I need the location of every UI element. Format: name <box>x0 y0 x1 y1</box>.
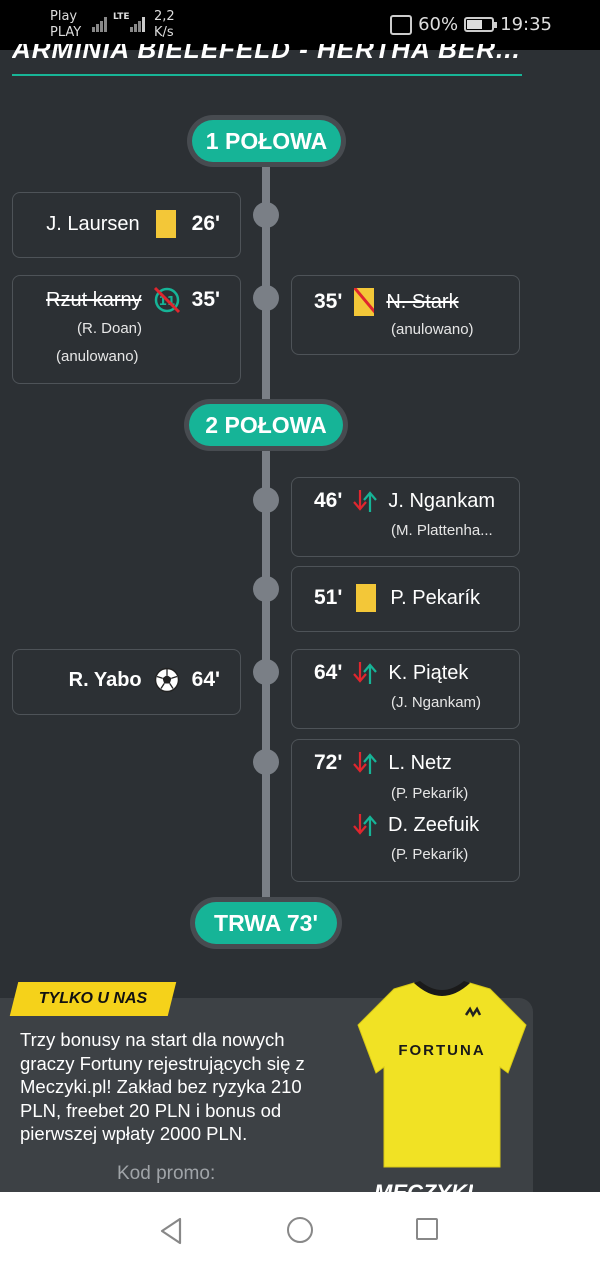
player-name: K. Piątek <box>388 661 469 684</box>
battery-icon <box>464 17 498 32</box>
event-card-penalty[interactable]: Rzut karny 11 35' (R. Doan) (anulowano) <box>12 275 241 384</box>
system-nav-bar <box>0 1192 600 1266</box>
promo-text: Trzy bonusy na start dla nowych graczy F… <box>20 1029 305 1144</box>
jersey-sponsor-text: FORTUNA <box>398 1042 485 1059</box>
event-card-laursen[interactable]: J. Laursen 26' <box>12 192 241 258</box>
substitution-icon <box>350 750 380 776</box>
event-status: (anulowano) <box>391 321 474 338</box>
cancelled-penalty-icon: 11 <box>152 285 182 315</box>
network-speed: 2,2 K/s <box>154 9 175 40</box>
event-minute: 26' <box>191 212 220 235</box>
timeline-dot <box>253 749 279 775</box>
event-card-netz-zeefuik[interactable]: 72' L. Netz (P. Pekarík) D. Zeefuik (P. … <box>291 739 520 882</box>
event-minute: 46' <box>314 489 343 512</box>
player-name: J. Ngankam <box>388 489 496 512</box>
home-icon[interactable] <box>287 1217 313 1243</box>
event-minute: 35' <box>314 290 343 313</box>
player-name: R. Yabo <box>68 668 142 691</box>
promo-code-label: Kod promo: <box>117 1163 216 1184</box>
status-right: 60% 19:35 <box>390 14 552 35</box>
substituted-player: (P. Pekarík) <box>391 785 469 802</box>
match-title: ARMINIA BIELEFELD - HERTHA BER... <box>12 44 521 64</box>
event-minute: 72' <box>314 751 343 774</box>
timeline-dot <box>253 487 279 513</box>
timeline-dot <box>253 659 279 685</box>
event-card-pekarik[interactable]: 51' P. Pekarík <box>291 566 520 632</box>
clock: 19:35 <box>500 14 552 35</box>
network-type: LTE <box>113 12 130 22</box>
event-card-ngankam[interactable]: 46' J. Ngankam (M. Plattenha... <box>291 477 520 557</box>
signal-icon <box>92 14 110 32</box>
event-name: Rzut karny <box>46 288 142 311</box>
match-header: ARMINIA BIELEFELD - HERTHA BER... <box>12 44 522 76</box>
half-1-badge: 1 POŁOWA <box>187 115 346 167</box>
event-minute: 64' <box>314 661 343 684</box>
status-bar: Play PLAY LTE 2,2 K/s 60% 19:35 <box>0 0 600 50</box>
event-card-stark[interactable]: 35' N. Stark (anulowano) <box>291 275 520 355</box>
half-2-badge: 2 POŁOWA <box>184 399 348 451</box>
timeline-dot <box>253 285 279 311</box>
yellow-card-icon <box>356 584 377 612</box>
event-minute: 64' <box>191 668 220 691</box>
recent-apps-icon[interactable] <box>416 1218 438 1240</box>
substituted-player: (J. Ngankam) <box>391 694 482 711</box>
event-minute: 35' <box>191 288 220 311</box>
cancelled-card-icon <box>354 288 375 316</box>
event-sub: (R. Doan) <box>77 320 143 337</box>
substitution-icon <box>350 488 380 514</box>
battery-percent: 60% <box>418 14 459 35</box>
timeline-line <box>262 165 270 910</box>
promo-tag-label: TYLKO U NAS <box>38 990 148 1007</box>
event-card-piatek[interactable]: 64' K. Piątek (J. Ngankam) <box>291 649 520 729</box>
substitution-icon <box>350 812 380 838</box>
jersey-image: FORTUNA <box>356 975 528 1170</box>
live-minute-badge: TRWA 73' <box>190 897 342 949</box>
yellow-card-icon <box>155 210 176 238</box>
back-icon[interactable] <box>156 1216 186 1246</box>
football-icon <box>154 667 180 693</box>
player-name: P. Pekarík <box>390 586 481 609</box>
event-status: (anulowano) <box>56 348 139 365</box>
timeline-dot <box>253 202 279 228</box>
player-name: L. Netz <box>388 751 452 774</box>
carrier-label: Play PLAY <box>50 9 82 40</box>
event-card-yabo[interactable]: R. Yabo 64' <box>12 649 241 715</box>
player-name: J. Laursen <box>46 212 140 235</box>
substitution-icon <box>350 660 380 686</box>
vibrate-icon <box>390 14 413 35</box>
signal-icon <box>130 14 146 32</box>
substituted-player: (P. Pekarík) <box>391 846 469 863</box>
player-name: N. Stark <box>386 290 459 313</box>
player-name: D. Zeefuik <box>388 813 480 836</box>
timeline-dot <box>253 576 279 602</box>
event-minute: 51' <box>314 586 343 609</box>
substituted-player: (M. Plattenha... <box>391 522 493 539</box>
